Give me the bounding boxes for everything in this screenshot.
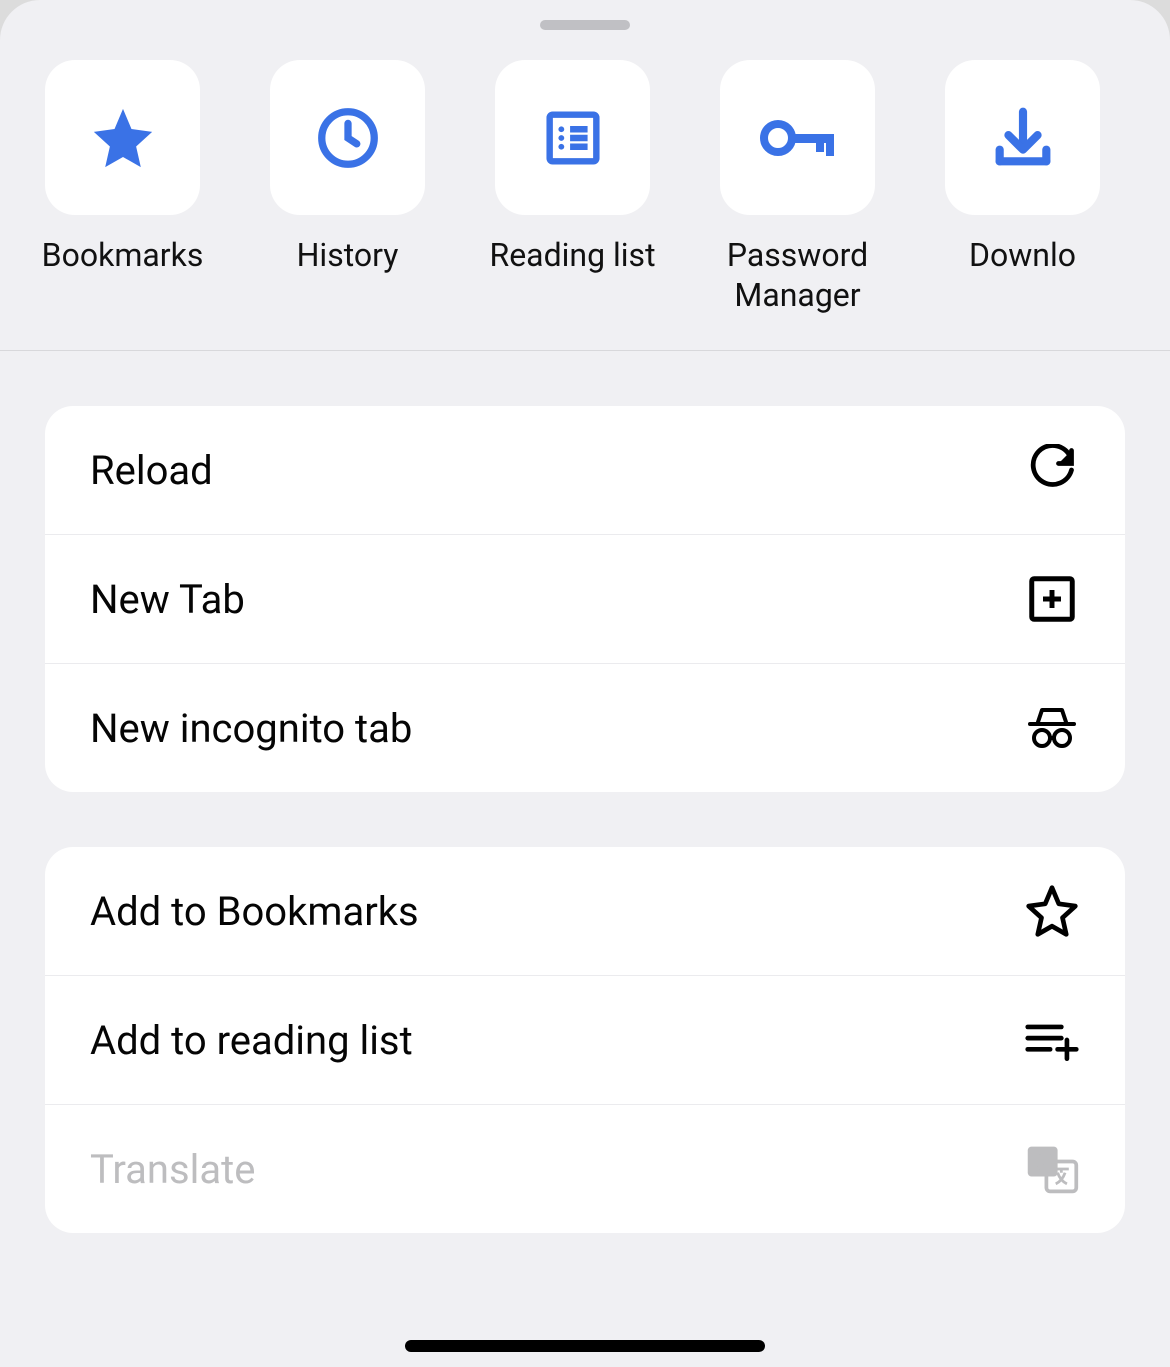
key-icon	[758, 113, 838, 163]
incognito-icon	[1024, 700, 1080, 756]
menu-item-label: Reload	[90, 447, 213, 494]
shortcut-label: Downlo	[969, 235, 1076, 275]
shortcut-tile	[45, 60, 200, 215]
menu-item-label: Add to reading list	[90, 1017, 413, 1064]
menu-section-1: Reload New Tab New incognito tab	[45, 406, 1125, 792]
menu-item-label: New incognito tab	[90, 705, 412, 752]
menu-item-new-incognito-tab[interactable]: New incognito tab	[45, 664, 1125, 792]
shortcut-history[interactable]: History	[270, 60, 425, 315]
menu-item-translate: Translate G	[45, 1105, 1125, 1233]
download-icon	[988, 103, 1058, 173]
star-outline-icon	[1024, 883, 1080, 939]
reading-list-icon	[538, 103, 608, 173]
menu-item-new-tab[interactable]: New Tab	[45, 535, 1125, 664]
shortcut-label: Password Manager	[720, 235, 875, 315]
sheet-grabber[interactable]	[540, 20, 630, 30]
shortcut-reading-list[interactable]: Reading list	[495, 60, 650, 315]
translate-icon: G	[1024, 1141, 1080, 1197]
shortcut-tile	[495, 60, 650, 215]
shortcut-tile	[945, 60, 1100, 215]
shortcut-downloads[interactable]: Downlo	[945, 60, 1100, 315]
list-add-icon	[1024, 1012, 1080, 1068]
shortcuts-row: Bookmarks History	[0, 0, 1170, 351]
menu-item-reload[interactable]: Reload	[45, 406, 1125, 535]
reload-icon	[1024, 442, 1080, 498]
shortcut-password-manager[interactable]: Password Manager	[720, 60, 875, 315]
menu-item-add-reading-list[interactable]: Add to reading list	[45, 976, 1125, 1105]
shortcut-tile	[270, 60, 425, 215]
menu-item-label: Add to Bookmarks	[90, 888, 419, 935]
star-icon	[88, 103, 158, 173]
clock-icon	[313, 103, 383, 173]
menu-item-label: New Tab	[90, 576, 245, 623]
menu-section-2: Add to Bookmarks Add to reading list	[45, 847, 1125, 1233]
shortcut-label: History	[297, 235, 399, 275]
shortcut-label: Bookmarks	[42, 235, 204, 275]
shortcut-label: Reading list	[489, 235, 655, 275]
home-indicator[interactable]	[405, 1340, 765, 1352]
overflow-menu-sheet: Bookmarks History	[0, 0, 1170, 1367]
plus-square-icon	[1024, 571, 1080, 627]
shortcut-tile	[720, 60, 875, 215]
menu-item-add-bookmarks[interactable]: Add to Bookmarks	[45, 847, 1125, 976]
shortcut-bookmarks[interactable]: Bookmarks	[45, 60, 200, 315]
menu-item-label: Translate	[90, 1146, 255, 1193]
